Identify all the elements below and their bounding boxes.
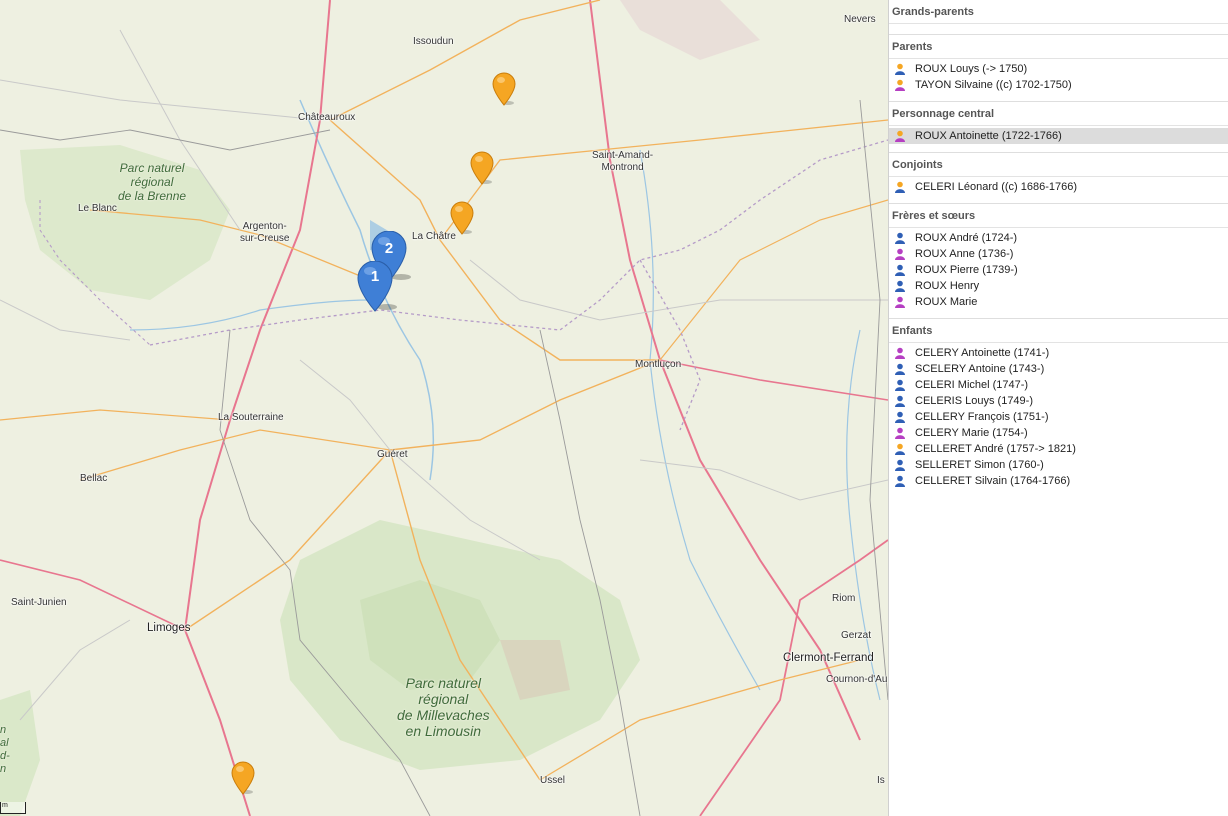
place-gerzat: Gerzat xyxy=(841,630,872,641)
person-blue-icon xyxy=(895,411,905,423)
person-row[interactable]: ROUX Louys (-> 1750) xyxy=(889,61,1228,77)
section-title: Grands-parents xyxy=(889,0,1228,24)
person-name: ROUX Henry xyxy=(915,280,980,292)
person-orange-female-icon xyxy=(895,130,905,142)
section-parents: Parents ROUX Louys (-> 1750) TAYON Silva… xyxy=(889,35,1228,102)
park-edge: n al d- n xyxy=(0,724,10,775)
person-purple-icon xyxy=(895,248,905,260)
map-view[interactable]: Nevers Issoudun Châteauroux Saint-Amand-… xyxy=(0,0,888,816)
person-name: ROUX Louys (-> 1750) xyxy=(915,63,1028,75)
section-title: Parents xyxy=(889,35,1228,59)
person-name: ROUX Antoinette (1722-1766) xyxy=(915,130,1062,142)
map-cluster-marker[interactable]: 1 xyxy=(357,260,397,312)
place-ussel: Ussel xyxy=(540,775,566,786)
section-title: Personnage central xyxy=(889,102,1228,126)
person-row[interactable]: ROUX Anne (1736-) xyxy=(889,246,1228,262)
person-name: CELERY Antoinette (1741-) xyxy=(915,347,1050,359)
person-purple-icon xyxy=(895,347,905,359)
person-row[interactable]: SELLERET Simon (1760-) xyxy=(889,457,1228,473)
person-row[interactable]: CELLERY François (1751-) xyxy=(889,409,1228,425)
person-row[interactable]: CELLERET André (1757-> 1821) xyxy=(889,441,1228,457)
person-orange-icon xyxy=(895,63,905,75)
person-row[interactable]: ROUX Marie xyxy=(889,294,1228,310)
section-conjoints: Conjoints CELERI Léonard ((c) 1686-1766) xyxy=(889,153,1228,204)
person-row-selected[interactable]: ROUX Antoinette (1722-1766) xyxy=(889,128,1228,144)
person-name: TAYON Silvaine ((c) 1702-1750) xyxy=(915,79,1072,91)
person-blue-icon xyxy=(895,264,905,276)
person-blue-icon xyxy=(895,475,905,487)
person-name: CELLERY François (1751-) xyxy=(915,411,1049,423)
person-name: CELLERET Silvain (1764-1766) xyxy=(915,475,1071,487)
place-limoges: Limoges xyxy=(147,622,191,634)
map-marker-orange[interactable] xyxy=(231,761,255,795)
person-blue-icon xyxy=(895,232,905,244)
place-le-blanc: Le Blanc xyxy=(78,203,117,214)
place-nevers: Nevers xyxy=(844,14,876,25)
section-title: Enfants xyxy=(889,319,1228,343)
person-blue-icon xyxy=(895,379,905,391)
map-marker-orange[interactable] xyxy=(470,151,494,185)
person-blue-icon xyxy=(895,395,905,407)
place-issoudun: Issoudun xyxy=(413,36,454,47)
person-blue-icon xyxy=(895,363,905,375)
person-row[interactable]: ROUX Henry xyxy=(889,278,1228,294)
person-row[interactable]: CELERY Marie (1754-) xyxy=(889,425,1228,441)
park-millevaches: Parc naturel régional de Millevaches en … xyxy=(397,675,490,740)
person-row[interactable]: CELERI Michel (1747-) xyxy=(889,377,1228,393)
place-la-souterraine: La Souterraine xyxy=(218,412,284,423)
person-row[interactable]: SCELERY Antoine (1743-) xyxy=(889,361,1228,377)
person-name: CELERI Léonard ((c) 1686-1766) xyxy=(915,181,1078,193)
family-panel: Grands-parents Parents ROUX Louys (-> 17… xyxy=(888,0,1228,816)
place-saint-junien: Saint-Junien xyxy=(11,597,67,608)
section-enfants: Enfants CELERY Antoinette (1741-) SCELER… xyxy=(889,319,1228,497)
person-blue-icon xyxy=(895,459,905,471)
person-purple-icon xyxy=(895,427,905,439)
person-name: CELERY Marie (1754-) xyxy=(915,427,1028,439)
person-name: ROUX Marie xyxy=(915,296,978,308)
park-brenne: Parc naturel régional de la Brenne xyxy=(118,161,187,203)
place-riom: Riom xyxy=(832,593,856,604)
section-title: Conjoints xyxy=(889,153,1228,177)
person-purple-icon xyxy=(895,296,905,308)
person-name: SELLERET Simon (1760-) xyxy=(915,459,1044,471)
person-blue-icon xyxy=(895,280,905,292)
map-marker-orange[interactable] xyxy=(450,201,474,235)
person-row[interactable]: CELERIS Louys (1749-) xyxy=(889,393,1228,409)
cluster-count: 2 xyxy=(384,240,394,257)
place-is: Is xyxy=(877,775,885,786)
person-orange-female-icon xyxy=(895,79,905,91)
place-bellac: Bellac xyxy=(80,473,108,484)
place-montlucon: Montluçon xyxy=(635,359,682,370)
person-row[interactable]: CELERI Léonard ((c) 1686-1766) xyxy=(889,179,1228,195)
cluster-count: 1 xyxy=(370,268,380,285)
place-argenton: Argenton- sur-Creuse xyxy=(240,221,290,244)
person-row[interactable]: TAYON Silvaine ((c) 1702-1750) xyxy=(889,77,1228,93)
person-row[interactable]: ROUX Pierre (1739-) xyxy=(889,262,1228,278)
person-name: SCELERY Antoine (1743-) xyxy=(915,363,1045,375)
person-row[interactable]: CELERY Antoinette (1741-) xyxy=(889,345,1228,361)
map-scale-bar: m xyxy=(0,802,26,814)
person-name: CELLERET André (1757-> 1821) xyxy=(915,443,1076,455)
person-name: ROUX André (1724-) xyxy=(915,232,1018,244)
section-personnage-central: Personnage central ROUX Antoinette (1722… xyxy=(889,102,1228,153)
place-gueret: Guéret xyxy=(377,449,408,460)
person-name: CELERI Michel (1747-) xyxy=(915,379,1029,391)
person-name: ROUX Pierre (1739-) xyxy=(915,264,1018,276)
place-cournon: Cournon-d'Au xyxy=(826,674,888,685)
place-clermont-ferrand: Clermont-Ferrand xyxy=(783,652,874,664)
person-row[interactable]: CELLERET Silvain (1764-1766) xyxy=(889,473,1228,489)
person-orange-icon xyxy=(895,181,905,193)
section-title: Frères et sœurs xyxy=(889,204,1228,228)
person-name: CELERIS Louys (1749-) xyxy=(915,395,1033,407)
person-name: ROUX Anne (1736-) xyxy=(915,248,1014,260)
person-row[interactable]: ROUX André (1724-) xyxy=(889,230,1228,246)
place-saint-amand: Saint-Amand- Montrond xyxy=(592,150,654,173)
person-orange-icon xyxy=(895,443,905,455)
place-chateauroux: Châteauroux xyxy=(298,112,356,123)
map-marker-orange[interactable] xyxy=(492,72,516,106)
section-grands-parents: Grands-parents xyxy=(889,0,1228,35)
section-freres-soeurs: Frères et sœurs ROUX André (1724-) ROUX … xyxy=(889,204,1228,319)
